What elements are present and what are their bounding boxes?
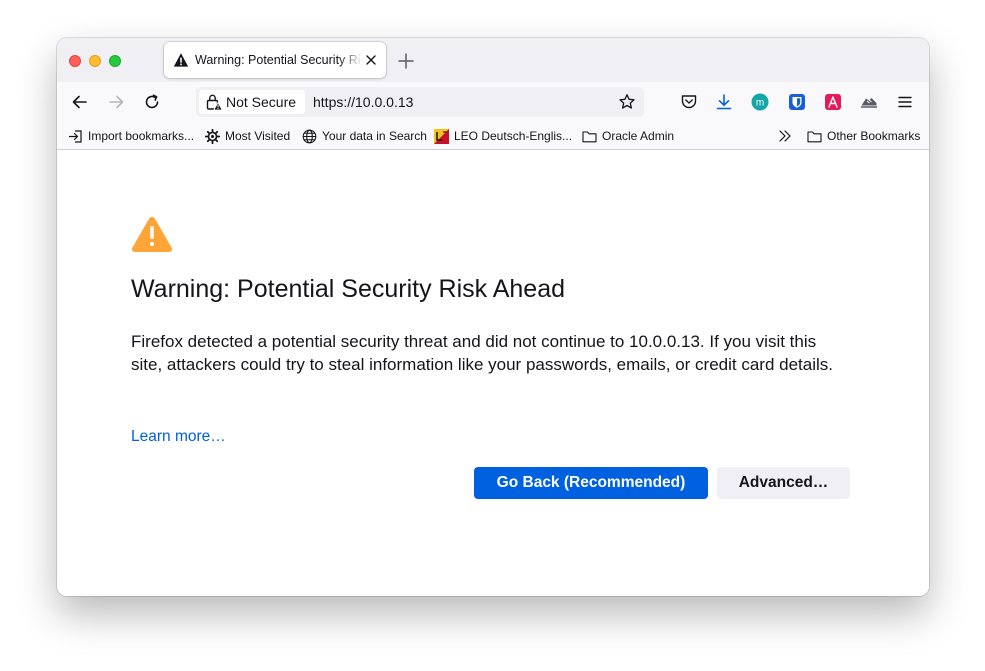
security-label: Not Secure bbox=[226, 94, 297, 110]
bookmark-most-visited[interactable]: Most Visited bbox=[205, 126, 290, 146]
minimize-window-button[interactable] bbox=[89, 55, 101, 67]
arrow-right-icon[interactable] bbox=[106, 92, 126, 112]
bookmark-other-bookmarks[interactable]: Other Bookmarks bbox=[807, 126, 920, 146]
page-title: Warning: Potential Security Risk Ahead bbox=[131, 275, 566, 303]
close-window-button[interactable] bbox=[69, 55, 81, 67]
url-text[interactable]: https://10.0.0.13 bbox=[313, 94, 413, 110]
adobe-acrobat-icon[interactable] bbox=[823, 92, 843, 112]
arrow-left-icon[interactable] bbox=[70, 92, 90, 112]
bookmark-oracle-admin[interactable]: Oracle Admin bbox=[582, 126, 674, 146]
globe-icon bbox=[302, 129, 317, 143]
double-chevron-icon[interactable] bbox=[778, 129, 792, 143]
star-icon[interactable] bbox=[618, 93, 636, 111]
tab-title: Warning: Potential Security Risk Ahead bbox=[195, 53, 363, 67]
close-icon[interactable] bbox=[363, 52, 379, 68]
svg-text:m: m bbox=[756, 98, 764, 109]
leo-favicon-icon bbox=[434, 128, 449, 144]
gear-icon bbox=[205, 128, 220, 144]
zoom-window-button[interactable] bbox=[109, 55, 121, 67]
lock-warning-icon bbox=[206, 94, 223, 111]
folder-icon bbox=[807, 130, 822, 142]
bookmark-leo[interactable]: LEO Deutsch-Englis... bbox=[434, 126, 572, 146]
bookmark-label: Oracle Admin bbox=[602, 129, 675, 143]
reload-icon[interactable] bbox=[142, 92, 162, 112]
pocket-icon[interactable] bbox=[679, 92, 699, 112]
advanced-button[interactable]: Advanced… bbox=[717, 467, 850, 499]
plus-icon[interactable] bbox=[397, 52, 415, 70]
navigation-toolbar: Not Secure https://10.0.0.13 m bbox=[57, 82, 929, 122]
hamburger-menu-icon[interactable] bbox=[895, 92, 915, 112]
bookmark-label: LEO Deutsch-Englis... bbox=[454, 129, 573, 143]
url-bar[interactable]: Not Secure https://10.0.0.13 bbox=[196, 87, 644, 117]
extension-shoe-icon[interactable] bbox=[859, 92, 879, 112]
bookmarks-toolbar: Import bookmarks... Most Visited Your da… bbox=[57, 122, 929, 150]
bookmark-label: Most Visited bbox=[225, 129, 291, 143]
bitwarden-icon[interactable] bbox=[787, 92, 807, 112]
import-icon bbox=[68, 129, 82, 143]
tab-active[interactable]: Warning: Potential Security Risk Ahead bbox=[164, 42, 386, 78]
bookmark-label: Your data in Search bbox=[322, 129, 427, 143]
tab-strip: Warning: Potential Security Risk Ahead bbox=[57, 38, 929, 82]
warning-icon bbox=[131, 217, 173, 252]
bookmark-label: Other Bookmarks bbox=[827, 129, 921, 143]
bookmark-label: Import bookmarks... bbox=[88, 129, 195, 143]
browser-window: Warning: Potential Security Risk Ahead bbox=[57, 38, 929, 596]
extension-m-icon[interactable]: m bbox=[750, 92, 770, 112]
warning-icon bbox=[173, 53, 189, 67]
site-security-button[interactable]: Not Secure bbox=[199, 90, 305, 114]
page-content: Warning: Potential Security Risk Ahead F… bbox=[57, 151, 929, 596]
folder-icon bbox=[582, 130, 597, 142]
bookmark-your-data-in-search[interactable]: Your data in Search bbox=[302, 126, 427, 146]
learn-more-link[interactable]: Learn more… bbox=[131, 428, 226, 446]
warning-description: Firefox detected a potential security th… bbox=[131, 332, 834, 374]
download-icon[interactable] bbox=[714, 92, 734, 112]
bookmark-import[interactable]: Import bookmarks... bbox=[68, 126, 194, 146]
go-back-button[interactable]: Go Back (Recommended) bbox=[474, 467, 708, 499]
